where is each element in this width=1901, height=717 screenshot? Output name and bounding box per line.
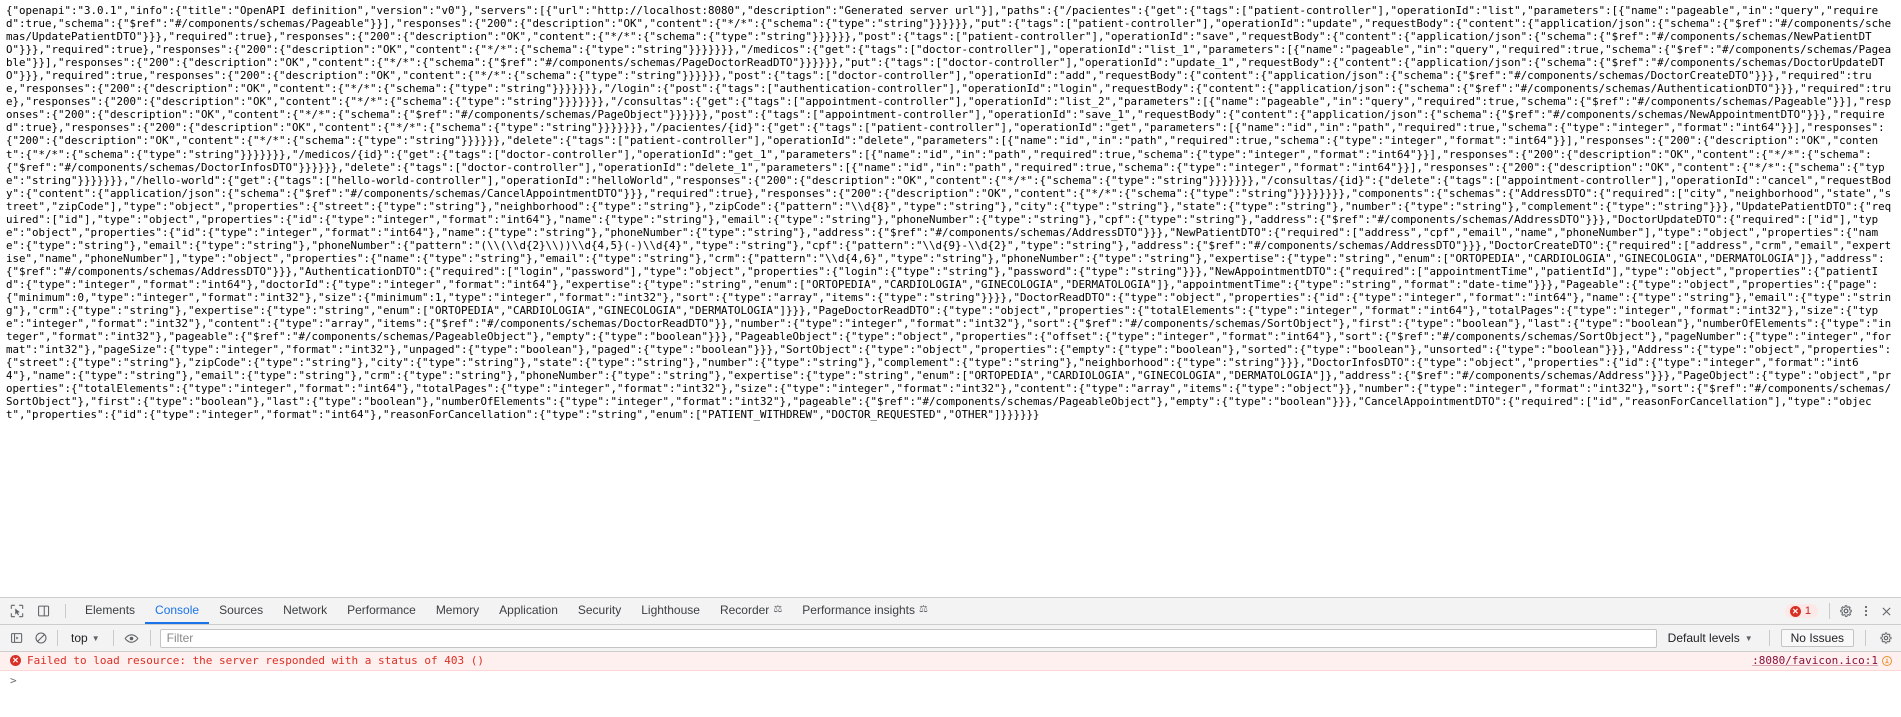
toolbar-divider: [112, 630, 114, 646]
network-request-icon[interactable]: [1881, 655, 1893, 667]
openapi-json-body: {"openapi":"3.0.1","info":{"title":"Open…: [6, 4, 1892, 422]
console-sidebar-toggle-icon[interactable]: [8, 629, 26, 647]
tab-console[interactable]: Console: [145, 598, 210, 624]
toolbar-divider: [1865, 630, 1866, 646]
tab-security[interactable]: Security: [568, 598, 631, 624]
tab-label: Performance: [347, 603, 416, 617]
chevron-down-icon: ▼: [91, 633, 100, 643]
issues-label: No Issues: [1790, 631, 1844, 645]
tab-label: Console: [155, 603, 200, 617]
experiment-flask-icon: ⚖: [773, 604, 783, 615]
tab-performance[interactable]: Performance: [337, 598, 426, 624]
console-log-levels-selector[interactable]: Default levels ▼: [1663, 630, 1758, 646]
tab-lighthouse[interactable]: Lighthouse: [631, 598, 710, 624]
tab-label: Application: [499, 603, 558, 617]
console-settings-gear-icon[interactable]: [1877, 631, 1895, 645]
close-devtools-icon[interactable]: [1877, 602, 1895, 620]
issues-button[interactable]: No Issues: [1780, 629, 1854, 647]
devtools-tabbar-right-controls: ✕ 1: [1784, 598, 1901, 624]
console-context-label: top: [71, 631, 88, 645]
tab-memory[interactable]: Memory: [426, 598, 489, 624]
tab-application[interactable]: Application: [489, 598, 568, 624]
tab-label: Lighthouse: [641, 603, 700, 617]
console-output-area: ✕ Failed to load resource: the server re…: [0, 652, 1901, 717]
clear-console-icon[interactable]: [32, 629, 50, 647]
tab-network[interactable]: Network: [273, 598, 337, 624]
tab-label: Recorder: [719, 603, 770, 617]
console-filter-toolbar: top ▼ Default levels ▼ No Issues: [0, 625, 1901, 652]
live-expression-eye-icon[interactable]: [123, 629, 141, 647]
chevron-down-icon: ▼: [1744, 633, 1753, 643]
toolbar-divider: [1829, 603, 1830, 619]
settings-gear-icon[interactable]: [1837, 602, 1855, 620]
tab-sources[interactable]: Sources: [209, 598, 273, 624]
tab-recorder[interactable]: Recorder ⚖: [710, 598, 792, 624]
tab-label: Memory: [435, 603, 480, 617]
tab-label: Performance insights: [802, 603, 915, 617]
console-message-text: Failed to load resource: the server resp…: [27, 654, 484, 667]
console-prompt-row[interactable]: >: [0, 671, 1901, 689]
tab-performance-insights[interactable]: Performance insights ⚖: [792, 598, 938, 624]
devtools-tabbar-left-controls: [0, 598, 75, 624]
tab-label: Elements: [85, 603, 136, 617]
experiment-flask-icon: ⚖: [919, 604, 928, 615]
console-context-selector[interactable]: top ▼: [67, 630, 104, 646]
console-filter-input[interactable]: [159, 628, 1657, 648]
console-message-row[interactable]: ✕ Failed to load resource: the server re…: [0, 652, 1901, 671]
browser-page-content: {"openapi":"3.0.1","info":{"title":"Open…: [0, 0, 1901, 597]
error-count-badge[interactable]: ✕ 1: [1784, 604, 1818, 618]
tab-label: Sources: [219, 603, 264, 617]
tab-elements[interactable]: Elements: [75, 598, 145, 624]
toolbar-divider: [1768, 630, 1770, 646]
devtools-panel: Elements Console Sources Network Perform…: [0, 597, 1901, 717]
error-icon: ✕: [1789, 605, 1801, 617]
inspect-element-icon[interactable]: [8, 602, 26, 620]
toggle-device-toolbar-icon[interactable]: [35, 602, 53, 620]
tab-label: Network: [283, 603, 328, 617]
error-count-label: 1: [1804, 605, 1811, 617]
toolbar-divider: [65, 604, 66, 618]
log-levels-label: Default levels: [1667, 631, 1740, 645]
devtools-tab-list: Elements Console Sources Network Perform…: [75, 598, 1785, 624]
error-icon: ✕: [10, 655, 21, 666]
console-message-source-link[interactable]: :8080/favicon.ico:1: [1752, 654, 1878, 667]
devtools-tabbar: Elements Console Sources Network Perform…: [0, 598, 1901, 625]
toolbar-divider: [57, 630, 58, 646]
console-prompt-caret: >: [10, 673, 17, 687]
tab-label: Security: [577, 603, 622, 617]
more-options-kebab-icon[interactable]: [1857, 602, 1875, 620]
toolbar-divider: [149, 630, 151, 646]
